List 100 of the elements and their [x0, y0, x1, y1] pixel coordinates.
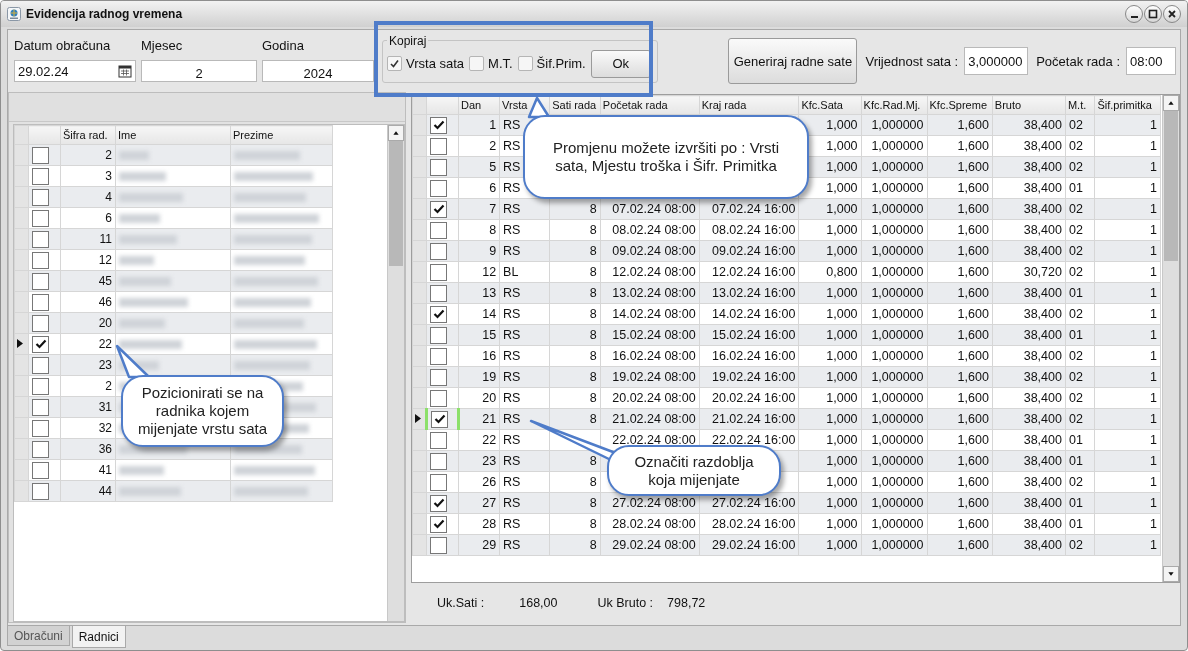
table-cell-text: 01 — [1068, 181, 1083, 195]
table-cell-text: 02 — [1068, 223, 1083, 237]
table-cell-text: RS — [503, 139, 521, 153]
table-cell-text: 1,000000 — [871, 118, 924, 132]
table-cell-text: 1 — [1150, 412, 1157, 426]
table-cell-text: 1,000000 — [871, 538, 924, 552]
date-field[interactable]: 29.02.24 — [14, 60, 136, 82]
table-cell-text: 1 — [1150, 286, 1157, 300]
callout: Označiti razdoblja koja mijenjate — [607, 445, 781, 496]
table-cell-text: 16.02.24 16:00 — [712, 349, 796, 363]
column-header[interactable]: Kfc.Spreme — [927, 95, 993, 115]
number-field[interactable]: 2 — [141, 60, 257, 82]
table-cell-text: 01 — [1068, 517, 1083, 531]
table-cell-text: 1,600 — [957, 538, 989, 552]
tab[interactable]: Radnici — [71, 626, 126, 648]
table-cell-text: 02 — [1068, 391, 1083, 405]
table-cell-text: 1,000 — [826, 349, 858, 363]
checkbox-option[interactable]: Vrsta sata — [387, 56, 465, 71]
table-cell-text: 38,400 — [1023, 286, 1062, 300]
table-cell-text: 02 — [1068, 475, 1083, 489]
checkbox-option[interactable]: Šif.Prim. — [517, 56, 586, 71]
table-cell-text: RS — [503, 118, 521, 132]
table-cell-text: 38,400 — [1023, 412, 1062, 426]
table-cell-text: RS — [503, 370, 521, 384]
table-cell-text: 08.02.24 16:00 — [712, 223, 796, 237]
table-cell-text: 1 — [1150, 538, 1157, 552]
table-cell-text: 1,000000 — [871, 433, 924, 447]
table-cell-text: 02 — [1068, 160, 1083, 174]
table-cell-text: 1,000 — [826, 538, 858, 552]
table-cell-text: RS — [503, 517, 521, 531]
table-cell-text: 38,400 — [1023, 349, 1062, 363]
table-cell-text: 1,600 — [957, 475, 989, 489]
table-cell-text: RS — [503, 496, 521, 510]
table-cell-text: 14.02.24 16:00 — [712, 307, 796, 321]
column-header[interactable]: Šif.primitka — [1094, 95, 1161, 115]
checkbox-option[interactable]: M.T. — [469, 56, 513, 71]
table-cell-text: 02 — [1068, 244, 1083, 258]
table-cell-text: 02 — [1068, 307, 1083, 321]
field-label: Vrijednost sata : — [865, 53, 959, 69]
table-cell-text: 8 — [589, 202, 597, 216]
tab[interactable]: Obračuni — [7, 626, 70, 646]
table-cell-text: 1,000000 — [871, 265, 924, 279]
column-header[interactable]: Kfc.Rad.Mj. — [861, 95, 928, 115]
table-cell-text: 38,400 — [1023, 160, 1062, 174]
table-cell-text: 13.02.24 08:00 — [612, 286, 696, 300]
table-cell-text: 09.02.24 08:00 — [612, 244, 696, 258]
table-cell-text: 14.02.24 08:00 — [612, 307, 696, 321]
table-cell-text: 02 — [1068, 538, 1083, 552]
table-cell-text: 29.02.24 08:00 — [612, 538, 696, 552]
hour-value-field[interactable]: 3,000000 — [964, 47, 1029, 75]
column-header[interactable]: M.t. — [1065, 95, 1095, 115]
table-cell-text: 21.02.24 16:00 — [712, 412, 796, 426]
table-cell-text: 16.02.24 08:00 — [612, 349, 696, 363]
table-cell-text: 1,600 — [957, 286, 989, 300]
table-cell-text: RS — [503, 286, 521, 300]
table-cell-text: 09.02.24 16:00 — [712, 244, 796, 258]
column-header[interactable]: Kraj rada — [699, 95, 799, 115]
table-cell-text: 27.02.24 08:00 — [612, 496, 696, 510]
table-cell-text: 1,000 — [826, 244, 858, 258]
table-cell-text: 1,600 — [957, 118, 989, 132]
table-cell-text: RS — [503, 433, 521, 447]
table-cell-text: 8 — [589, 391, 597, 405]
table-cell-text: RS — [503, 307, 521, 321]
column-header[interactable]: Bruto — [992, 95, 1066, 115]
table-cell-text: 1,000000 — [871, 139, 924, 153]
table-cell-text: 19.02.24 16:00 — [712, 370, 796, 384]
column-header[interactable]: Prezime — [230, 125, 333, 145]
table-cell-text: 21 — [482, 412, 497, 426]
column-header[interactable]: Ime — [115, 125, 231, 145]
callout: Promjenu možete izvršiti po : Vrsti sata, Mjestu troška i Šifr. Primitka — [523, 115, 809, 199]
table-cell-text: RS — [503, 181, 521, 195]
column-header[interactable]: Kfc.Sata — [798, 95, 862, 115]
number-field[interactable]: 2024 — [262, 60, 374, 82]
generate-button[interactable]: Generiraj radne sate — [728, 38, 858, 84]
table-cell-text: 1,000000 — [871, 496, 924, 510]
table-cell-text: 22 — [482, 433, 497, 447]
table-cell-text: 1,000000 — [871, 307, 924, 321]
table-cell-text: 27.02.24 16:00 — [712, 496, 796, 510]
table-cell-text: 1,000 — [826, 286, 858, 300]
ok-button[interactable]: Ok — [590, 49, 651, 78]
table-cell-text: 1,600 — [957, 307, 989, 321]
column-header[interactable]: Početak rada — [600, 95, 700, 115]
table-cell-text: 1,000 — [826, 202, 858, 216]
table-cell-text: 1,000 — [826, 118, 858, 132]
table-cell-text: RS — [503, 223, 521, 237]
table-cell-text: 1,000000 — [871, 349, 924, 363]
table-cell-text: 12.02.24 16:00 — [712, 265, 796, 279]
table-cell-text: 28.02.24 16:00 — [712, 517, 796, 531]
table-cell-text: 1,000 — [826, 475, 858, 489]
table-cell-text: 38,400 — [1023, 118, 1062, 132]
table-cell-text: 20 — [482, 391, 497, 405]
column-header[interactable]: Šifra rad. — [60, 125, 116, 145]
table-cell-text: 22.02.24 16:00 — [712, 433, 796, 447]
table-cell-text: 8 — [589, 244, 597, 258]
table-cell-text: BL — [503, 265, 519, 279]
start-time-field[interactable]: 08:00 — [1126, 47, 1176, 75]
table-cell-text: 01 — [1068, 433, 1083, 447]
table-cell-text: RS — [503, 244, 521, 258]
table-cell-text: 1,000000 — [871, 328, 924, 342]
table-cell-text: 1,000 — [826, 433, 858, 447]
